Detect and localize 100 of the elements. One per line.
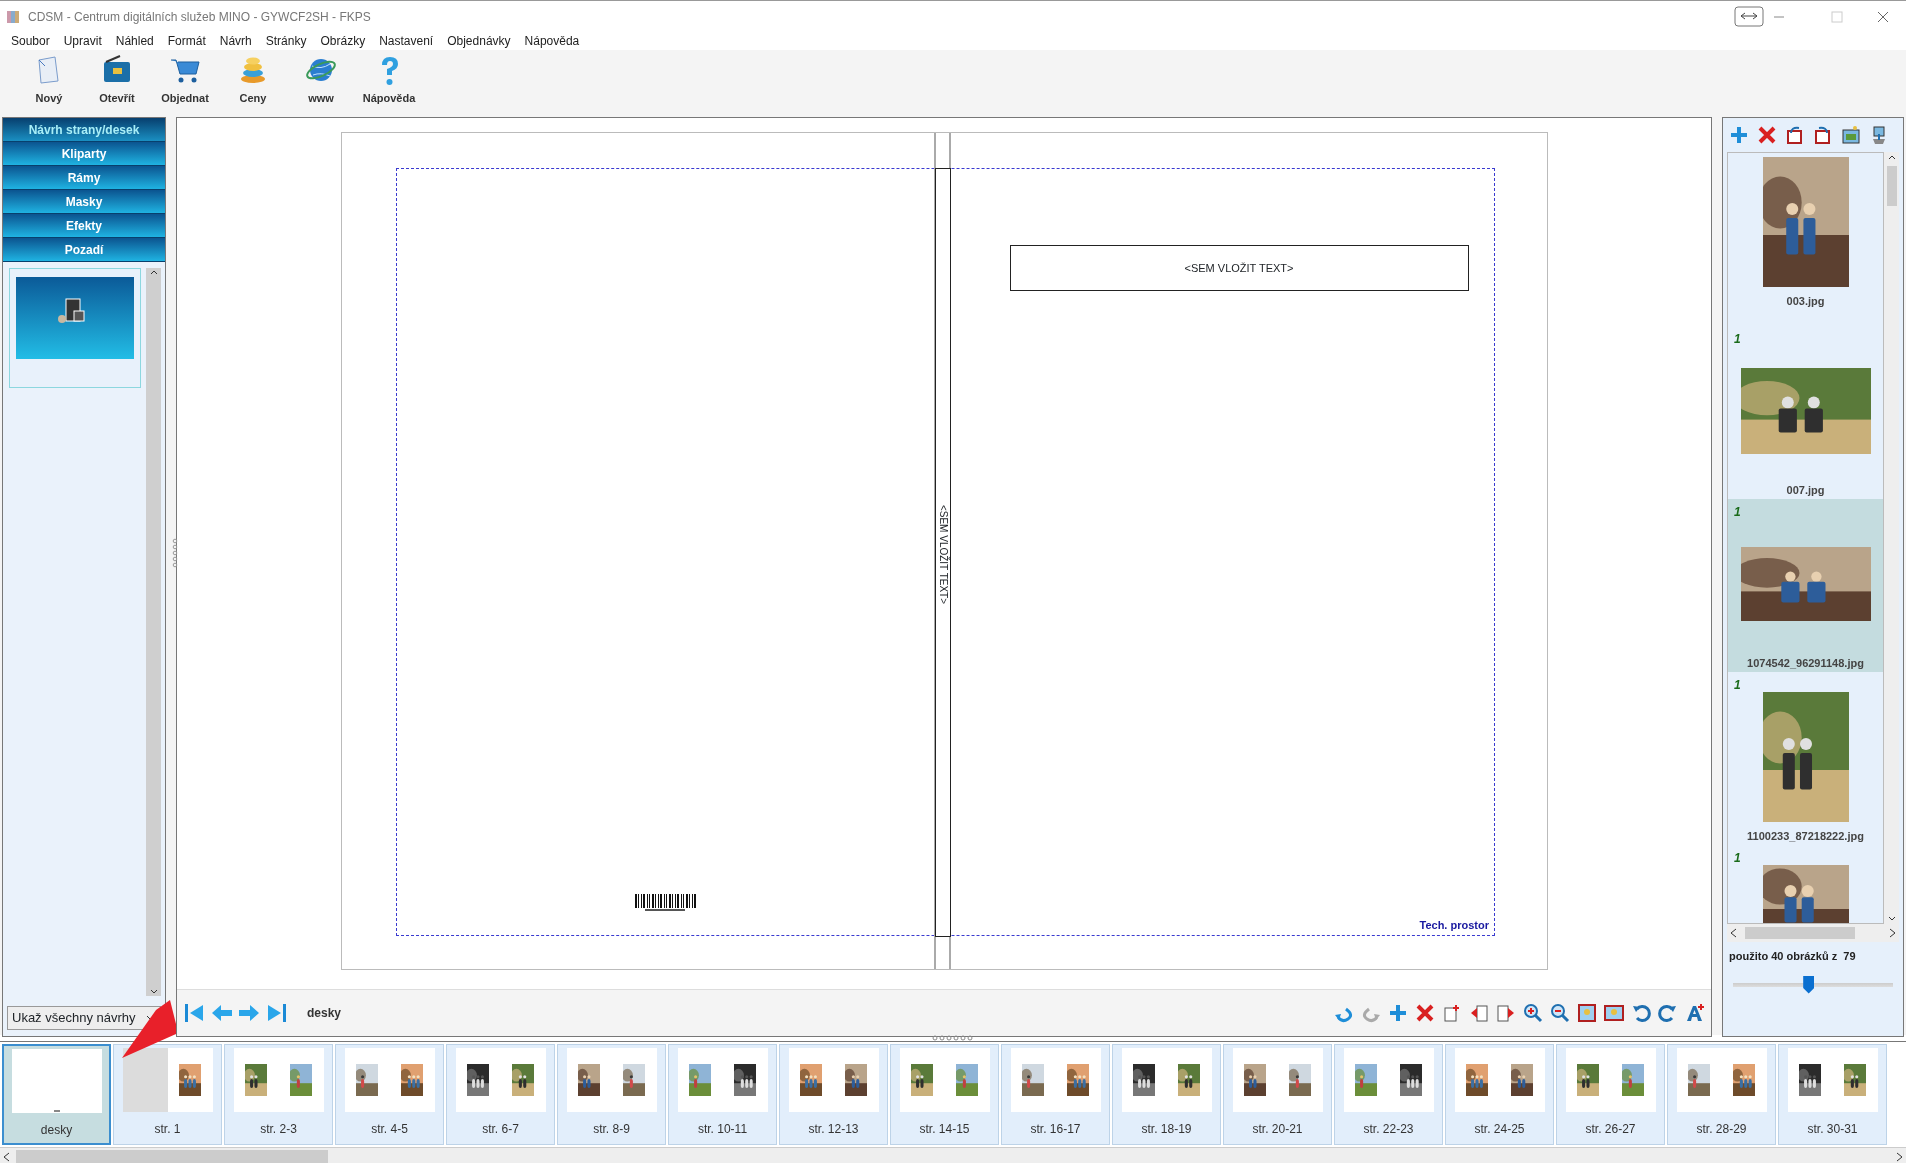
toolbar-button[interactable]: Objednat	[154, 50, 216, 107]
page-label: str. 26-27	[1585, 1121, 1636, 1138]
image-filename: 1100233_87218222.jpg	[1747, 829, 1864, 844]
new-page-icon[interactable]	[1442, 1003, 1462, 1023]
panel-tab[interactable]: Návrh strany/desek	[3, 118, 165, 142]
toolbar-button[interactable]: Nový	[18, 50, 80, 107]
page-label: str. 24-25	[1474, 1121, 1525, 1138]
image-filename: 1074542_96291148.jpg	[1747, 656, 1864, 671]
page-thumbnail[interactable]: str. 2-3	[224, 1044, 333, 1145]
scroll-thumb[interactable]	[16, 1149, 328, 1163]
scroll-thumb[interactable]	[1745, 927, 1855, 939]
scroll-up-icon[interactable]	[148, 268, 159, 276]
add-text-icon[interactable]	[1685, 1003, 1705, 1023]
page-thumbnail[interactable]: str. 22-23	[1334, 1044, 1443, 1145]
add-icon[interactable]	[1729, 125, 1749, 145]
page-label: str. 2-3	[260, 1121, 297, 1138]
usage-count: 1	[1734, 850, 1741, 867]
move-right-icon[interactable]	[1496, 1003, 1516, 1023]
menu-item[interactable]: Formát	[160, 32, 213, 50]
usage-text: použito 40 obrázků z 79	[1728, 949, 1857, 964]
page-label: str. 22-23	[1363, 1121, 1414, 1138]
filter-dropdown[interactable]: Ukaž všechny návrhy	[7, 1006, 161, 1030]
page-label: str. 6-7	[482, 1121, 519, 1138]
grip-icon[interactable]	[172, 538, 178, 568]
add-icon[interactable]	[1388, 1003, 1408, 1023]
image-item[interactable]: 003.jpg	[1728, 153, 1883, 326]
app-icon	[6, 9, 20, 24]
usage-count: 1	[1734, 331, 1741, 348]
zoom-slider-thumb[interactable]	[1803, 975, 1815, 994]
rotate-right-icon[interactable]	[1658, 1003, 1678, 1023]
menu-item[interactable]: Obrázky	[313, 32, 373, 50]
menu-item[interactable]: Upravit	[56, 32, 109, 50]
fit-page-icon[interactable]	[1577, 1003, 1597, 1023]
page-thumbnail[interactable]: str. 6-7	[446, 1044, 555, 1145]
toolbar-button[interactable]: www	[290, 50, 352, 107]
menu-item[interactable]: Soubor	[4, 32, 57, 50]
delete-icon[interactable]	[1415, 1003, 1435, 1023]
image-item[interactable]: 1 007.jpg	[1728, 326, 1883, 499]
page-thumbnail[interactable]: desky	[2, 1044, 111, 1145]
rotate-right-icon[interactable]	[1813, 125, 1833, 145]
fit-width-icon[interactable]	[1604, 1003, 1624, 1023]
page-label: str. 1	[154, 1121, 181, 1138]
page-thumbnail[interactable]: str. 20-21	[1223, 1044, 1332, 1145]
page-thumbnail[interactable]: str. 1	[113, 1044, 222, 1145]
window-title: CDSM - Centrum digitálních služeb MINO - GYWCF2SH - FKPS	[28, 8, 371, 26]
resize-icon[interactable]	[1734, 5, 1764, 28]
menu-item[interactable]: Stránky	[258, 32, 314, 50]
toolbar-button[interactable]: Ceny	[222, 50, 284, 107]
image-item[interactable]: 1 1100233_87218222.jpg	[1728, 672, 1883, 845]
move-left-icon[interactable]	[1469, 1003, 1489, 1023]
page-label: str. 4-5	[371, 1121, 408, 1138]
page-thumbnail[interactable]: str. 8-9	[557, 1044, 666, 1145]
image-filename: 007.jpg	[1786, 483, 1825, 498]
image-item[interactable]: 1 1074542_96291148.jpg	[1728, 499, 1883, 672]
usage-count: 1	[1734, 677, 1741, 694]
page-thumbnail[interactable]: str. 12-13	[779, 1044, 888, 1145]
text-box[interactable]: <SEM VLOŽIT TEXT>	[1009, 245, 1469, 291]
zoom-out-icon[interactable]	[1550, 1003, 1570, 1023]
photo-icon[interactable]	[1841, 125, 1861, 145]
page-label: str. 8-9	[593, 1121, 630, 1138]
menu-item[interactable]: Nastavení	[372, 32, 441, 50]
grip-icon[interactable]	[931, 1035, 975, 1041]
page-label: str. 10-11	[697, 1121, 748, 1138]
scroll-thumb[interactable]	[1886, 166, 1897, 206]
spine-text: <SEM VLOŽIT TEXT>	[936, 503, 950, 607]
panel-tab[interactable]: Kliparty	[3, 142, 165, 166]
page-thumbnail[interactable]: str. 28-29	[1667, 1044, 1776, 1145]
panel-tab[interactable]: Efekty	[3, 214, 165, 238]
panel-tab[interactable]: Masky	[3, 190, 165, 214]
page-label: str. 18-19	[1141, 1121, 1192, 1138]
page-thumbnail[interactable]: str. 18-19	[1112, 1044, 1221, 1145]
page-label: str. 28-29	[1696, 1121, 1747, 1138]
page-thumbnail[interactable]: str. 24-25	[1445, 1044, 1554, 1145]
page-thumbnail[interactable]: str. 4-5	[335, 1044, 444, 1145]
page-thumbnail[interactable]: str. 10-11	[668, 1044, 777, 1145]
menu-item[interactable]: Náhled	[108, 32, 161, 50]
page-thumbnail[interactable]: str. 14-15	[890, 1044, 999, 1145]
page-label: str. 12-13	[808, 1121, 859, 1138]
page-label: desky	[40, 1122, 73, 1139]
current-page-label: desky	[307, 1005, 342, 1022]
page-label: str. 14-15	[919, 1121, 970, 1138]
scroll-down-icon[interactable]	[148, 988, 159, 996]
rotate-left-icon[interactable]	[1631, 1003, 1651, 1023]
toolbar-button[interactable]: Nápověda	[358, 50, 420, 107]
page-thumbnail[interactable]: str. 26-27	[1556, 1044, 1665, 1145]
page-label: str. 16-17	[1030, 1121, 1081, 1138]
toolbar-button[interactable]: Otevřít	[86, 50, 148, 107]
menu-item[interactable]: Návrh	[212, 32, 259, 50]
menu-item[interactable]: Nápověda	[517, 32, 587, 50]
panel-tab[interactable]: Pozadí	[3, 238, 165, 262]
menu-item[interactable]: Objednávky	[440, 32, 518, 50]
page-label: str. 30-31	[1807, 1121, 1858, 1138]
panel-tab[interactable]: Rámy	[3, 166, 165, 190]
zoom-in-icon[interactable]	[1523, 1003, 1543, 1023]
page-thumbnail[interactable]: str. 16-17	[1001, 1044, 1110, 1145]
delete-icon[interactable]	[1757, 125, 1777, 145]
design-thumbnail[interactable]	[9, 268, 141, 388]
page-thumbnail[interactable]: str. 30-31	[1778, 1044, 1887, 1145]
rotate-left-icon[interactable]	[1785, 125, 1805, 145]
image-filename: 003.jpg	[1786, 294, 1825, 309]
